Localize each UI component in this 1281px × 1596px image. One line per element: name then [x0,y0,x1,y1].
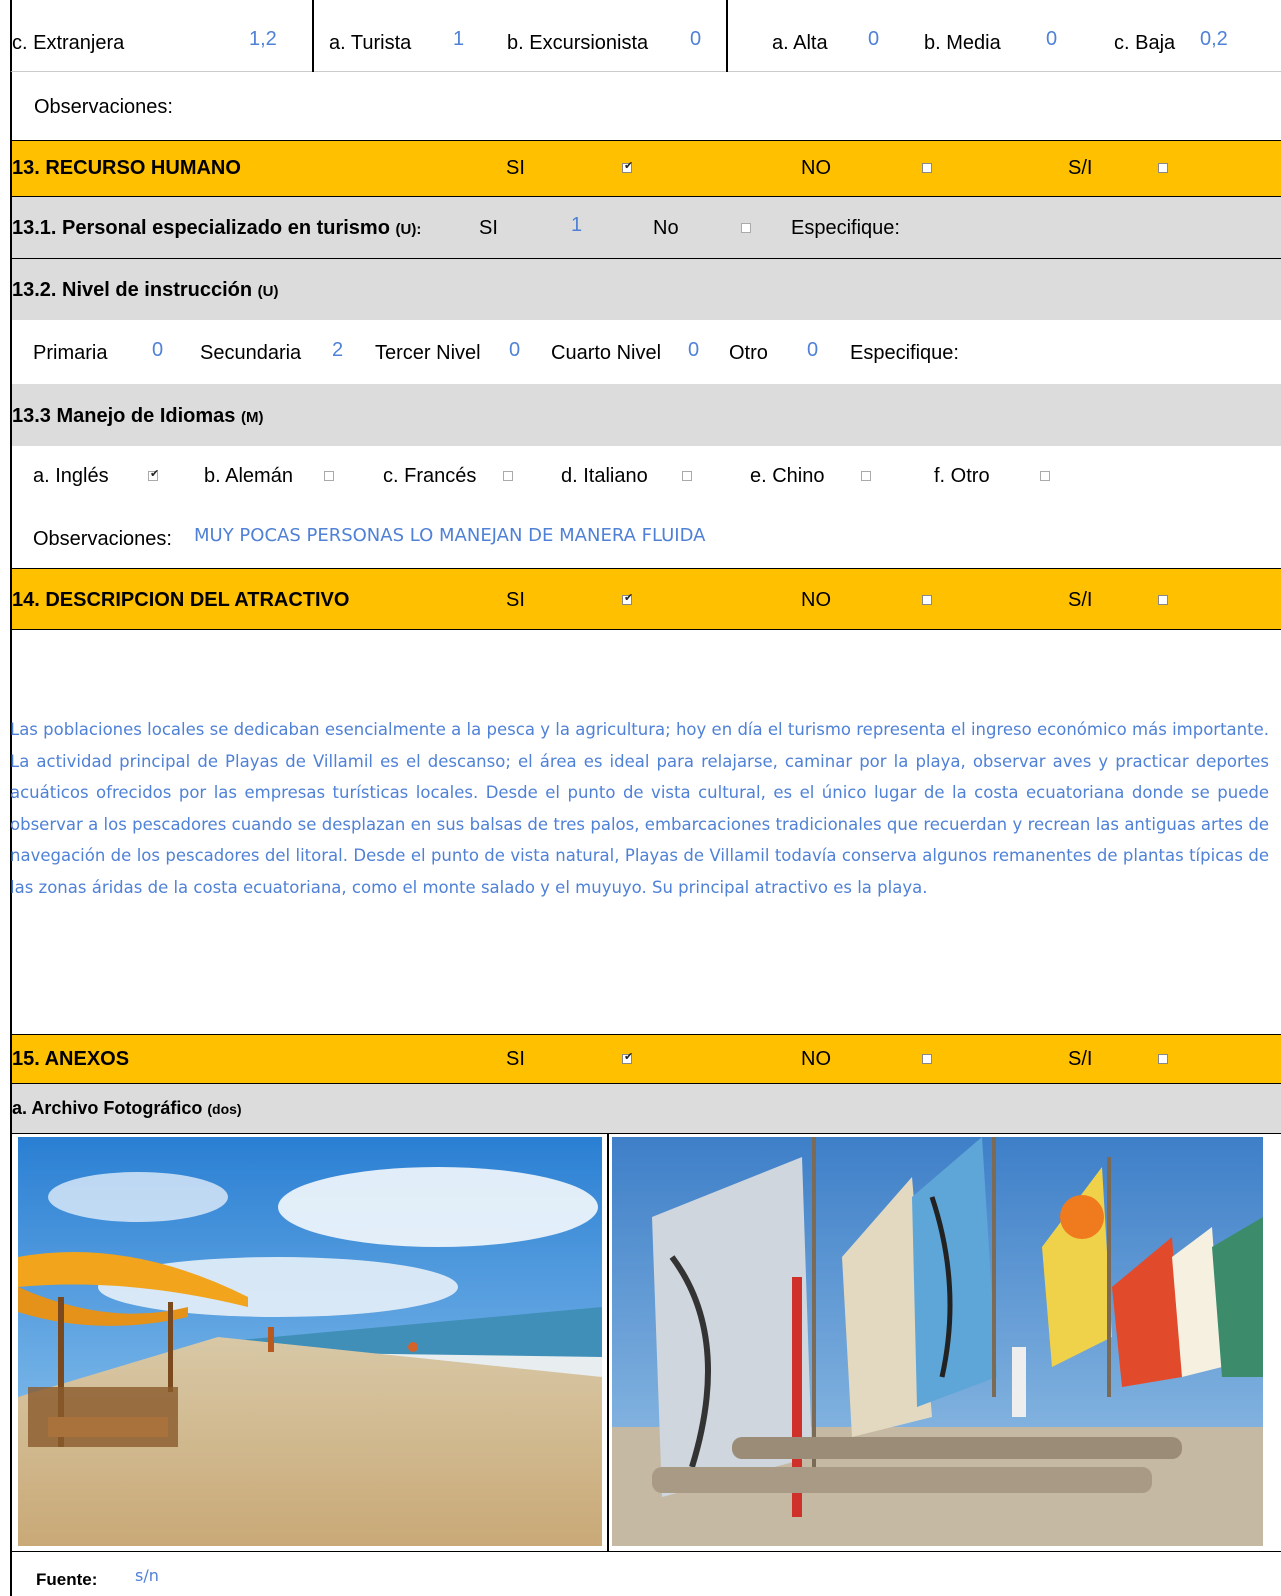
section-13-si-ni-checkbox[interactable] [1158,163,1168,173]
nivel-instruccion-header: 13.2. Nivel de instrucción (U) [10,259,1281,320]
otro-idioma-checkbox[interactable] [1040,471,1050,481]
observaciones-row: Observaciones: [10,72,1281,140]
photos-row [10,1134,1281,1552]
chino-checkbox[interactable] [861,471,871,481]
sails-photo[interactable] [612,1137,1263,1546]
fuente-value[interactable]: s/n [135,1566,159,1585]
section-14-si-checkbox[interactable]: ✔ [622,592,634,605]
baja-label: c. Baja [1114,32,1176,54]
section-15-si-label: SI [506,1048,525,1070]
secundaria-label: Secundaria [200,342,302,364]
check-icon: ✔ [150,468,160,480]
ingles-label: a. Inglés [33,465,109,487]
section-13-si-ni-label: S/I [1068,157,1093,179]
cuarto-nivel-value[interactable]: 0 [688,339,699,362]
ingles-checkbox[interactable]: ✔ [148,468,160,481]
aleman-label: b. Alemán [204,465,293,487]
check-icon: ✔ [624,160,634,172]
primaria-value[interactable]: 0 [152,339,163,362]
media-label: b. Media [924,32,1001,54]
section-14-si-label: SI [506,589,525,611]
section-14-si-ni-checkbox[interactable] [1158,595,1168,605]
personal-especializado-row: 13.1. Personal especializado en turismo … [10,197,1281,259]
idiomas-label: 13.3 Manejo de Idiomas [12,405,236,427]
personal-label: 13.1. Personal especializado en turismo [12,217,390,239]
section-13-si-label: SI [506,157,525,179]
section-14-no-label: NO [801,589,831,611]
fuente-row: Fuente: s/n [10,1552,1281,1596]
personal-si-value[interactable]: 1 [571,214,582,237]
chino-label: e. Chino [750,465,825,487]
section-15-si-ni-checkbox[interactable] [1158,1054,1168,1064]
personal-no-checkbox[interactable] [741,223,751,233]
extranjera-value[interactable]: 1,2 [249,28,277,51]
section-14-header: 14. DESCRIPCION DEL ATRACTIVO SI ✔ NO S/… [10,568,1281,630]
section-15-title: 15. ANEXOS [12,1048,130,1070]
archivo-suffix: (dos) [207,1101,242,1117]
baja-value[interactable]: 0,2 [1200,28,1228,51]
tercer-nivel-label: Tercer Nivel [375,342,481,364]
idiomas-suffix: (M) [240,409,264,426]
description-text[interactable]: Las poblaciones locales se dedicaban ese… [10,714,1269,903]
idiomas-header: 13.3 Manejo de Idiomas (M) [10,384,1281,446]
idiomas-row: a. Inglés ✔ b. Alemán c. Francés d. Ital… [10,446,1281,506]
tercer-nivel-value[interactable]: 0 [509,339,520,362]
demand-row: c. Extranjera 1,2 a. Turista 1 b. Excurs… [10,0,1281,72]
otro-idioma-label: f. Otro [934,465,990,487]
section-15-no-checkbox[interactable] [922,1054,932,1064]
idiomas-observaciones-value[interactable]: MUY POCAS PERSONAS LO MANEJAN DE MANERA … [194,525,705,546]
extranjera-label: c. Extranjera [12,32,125,54]
italiano-checkbox[interactable] [682,471,692,481]
idiomas-observaciones-label: Observaciones: [33,528,172,550]
section-15-header: 15. ANEXOS SI ✔ NO S/I [10,1034,1281,1084]
alta-label: a. Alta [772,32,828,54]
cuarto-nivel-label: Cuarto Nivel [551,342,662,364]
personal-no-label: No [653,217,679,239]
turista-value[interactable]: 1 [453,28,464,51]
section-13-title: 13. RECURSO HUMANO [12,157,241,179]
turista-label: a. Turista [329,32,412,54]
section-13-no-checkbox[interactable] [922,163,932,173]
section-13-no-label: NO [801,157,831,179]
personal-suffix: (U): [395,221,422,238]
section-14-no-checkbox[interactable] [922,595,932,605]
archivo-label: a. Archivo Fotográfico [12,1098,203,1118]
otro-value[interactable]: 0 [807,339,818,362]
frances-label: c. Francés [383,465,477,487]
otro-label: Otro [729,342,768,364]
nivel-especifique-label: Especifique: [850,342,959,364]
primaria-label: Primaria [33,342,108,364]
excursionista-label: b. Excursionista [507,32,649,54]
nivel-suffix: (U) [257,283,279,300]
nivel-label: 13.2. Nivel de instrucción [12,279,253,301]
check-icon: ✔ [624,592,634,604]
description-area: Las poblaciones locales se dedicaban ese… [10,630,1281,1034]
personal-si-label: SI [479,217,498,239]
section-14-si-ni-label: S/I [1068,589,1093,611]
nivel-instruccion-row: Primaria 0 Secundaria 2 Tercer Nivel 0 C… [10,320,1281,384]
media-value[interactable]: 0 [1046,28,1057,51]
italiano-label: d. Italiano [561,465,648,487]
idiomas-observaciones-row: Observaciones: MUY POCAS PERSONAS LO MAN… [10,506,1281,568]
archivo-fotografico-header: a. Archivo Fotográfico (dos) [10,1084,1281,1134]
secundaria-value[interactable]: 2 [332,339,343,362]
fuente-label: Fuente: [36,1570,98,1589]
section-15-si-checkbox[interactable]: ✔ [622,1051,634,1064]
beach-photo[interactable] [18,1137,602,1546]
section-14-title: 14. DESCRIPCION DEL ATRACTIVO [12,589,350,611]
frances-checkbox[interactable] [503,471,513,481]
observaciones-label: Observaciones: [34,96,173,118]
alta-value[interactable]: 0 [868,28,879,51]
section-13-header: 13. RECURSO HUMANO SI ✔ NO S/I [10,140,1281,197]
aleman-checkbox[interactable] [324,471,334,481]
personal-especifique-label: Especifique: [791,217,900,239]
excursionista-value[interactable]: 0 [690,28,701,51]
section-15-no-label: NO [801,1048,831,1070]
section-15-si-ni-label: S/I [1068,1048,1093,1070]
check-icon: ✔ [624,1051,634,1063]
section-13-si-checkbox[interactable]: ✔ [622,160,634,173]
